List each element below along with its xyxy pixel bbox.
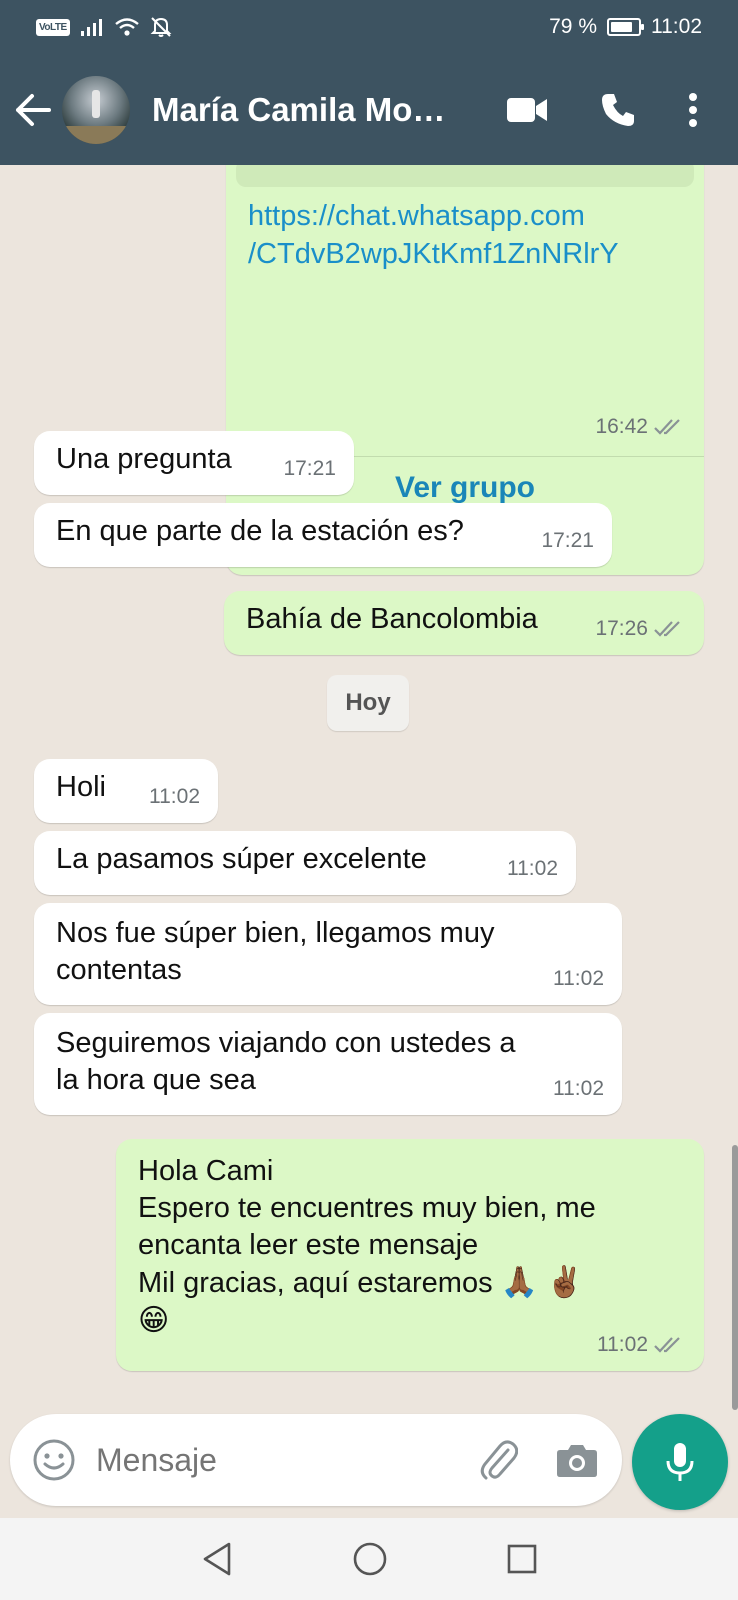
outgoing-message[interactable]: Hola Cami Espero te encuentres muy bien,… [116,1139,704,1371]
message-input[interactable] [96,1441,436,1479]
victory-hand-emoji: ✌🏾 [546,1265,584,1300]
message-line: Mil gracias, aquí estaremos 🙏🏾 ✌🏾 [138,1264,682,1302]
video-call-icon[interactable] [506,96,548,124]
message-time: 17:21 [283,457,336,480]
double-check-icon [654,419,680,435]
invite-link-line[interactable]: /CTdvB2wpJKtKmf1ZnNRlrY [248,235,688,273]
message-time: 17:21 [541,529,594,552]
message-text: Nos fue súper bien, llegamos muy content… [56,903,600,989]
message-meta: 17:21 [283,450,336,487]
message-line: la hora que sea [56,1064,256,1096]
message-time: 11:02 [507,857,558,880]
mic-button[interactable] [632,1414,728,1510]
more-options-icon[interactable] [688,92,698,128]
outgoing-message[interactable]: Bahía de Bancolombia 17:26 [224,591,704,655]
message-line: Espero te encuentres muy bien, me [138,1192,596,1224]
battery-percent: 79 % [549,15,597,38]
message-meta: 17:26 [595,610,686,647]
message-text: Seguiremos viajando con ustedes a la hor… [56,1013,600,1099]
message-text: En que parte de la estación es? [56,515,464,547]
system-nav-bar [0,1518,738,1600]
message-line: Nos fue súper bien, llegamos muy [56,917,495,949]
invite-link[interactable]: https://chat.whatsapp.com /CTdvB2wpJKtKm… [248,197,688,273]
signal-icon [80,19,102,36]
scrollbar[interactable] [732,1145,738,1410]
message-time: 11:02 [597,1333,648,1356]
nav-back-icon[interactable] [200,1541,234,1577]
message-meta: 11:02 [553,960,604,997]
message-meta: 11:02 [553,1070,604,1107]
chat-header: María Camila Mo… [0,54,738,165]
incoming-message[interactable]: En que parte de la estación es? 17:21 [34,503,612,567]
praying-hands-emoji: 🙏🏾 [500,1265,539,1300]
incoming-message[interactable]: Nos fue súper bien, llegamos muy content… [34,903,622,1005]
avatar[interactable] [62,75,130,144]
message-line: Hola Cami [138,1155,274,1187]
message-meta: 11:02 [507,850,558,887]
message-time: 17:26 [595,617,648,640]
message-text: Hola Cami Espero te encuentres muy bien,… [138,1139,682,1339]
phone-icon[interactable] [600,92,636,128]
nav-home-icon[interactable] [352,1541,388,1577]
camera-icon[interactable] [556,1442,598,1478]
message-meta: 16:42 [595,415,686,439]
emoji-icon[interactable] [32,1438,76,1482]
chat-area[interactable]: https://chat.whatsapp.com /CTdvB2wpJKtKm… [0,165,738,1410]
contact-name[interactable]: María Camila Mo… [152,91,452,129]
message-line: contentas [56,954,182,986]
message-time: 11:02 [553,1077,604,1100]
wifi-icon [114,18,139,36]
double-check-icon [654,620,680,637]
back-arrow-icon [16,93,51,126]
back-button[interactable] [14,85,56,135]
message-time: 11:02 [553,967,604,990]
invite-link-line[interactable]: https://chat.whatsapp.com [248,197,688,235]
message-meta: 17:21 [541,522,594,559]
message-line: encanta leer este mensaje [138,1229,479,1261]
incoming-message[interactable]: Seguiremos viajando con ustedes a la hor… [34,1013,622,1115]
message-composer [10,1414,622,1506]
message-line: Seguiremos viajando con ustedes a [56,1027,516,1059]
battery-icon [607,18,644,36]
incoming-message[interactable]: La pasamos súper excelente 11:02 [34,831,576,895]
incoming-message[interactable]: Holi 11:02 [34,759,218,823]
message-text: La pasamos súper excelente [56,843,427,875]
incoming-message[interactable]: Una pregunta 17:21 [34,431,354,495]
battery-fill [611,22,632,32]
attach-icon[interactable] [478,1438,518,1482]
double-check-icon [654,1336,680,1353]
nav-recents-icon[interactable] [506,1543,538,1575]
message-meta: 11:02 [149,778,200,815]
message-time: 16:42 [595,415,648,438]
mic-icon [666,1443,694,1481]
message-meta: 11:02 [597,1326,686,1363]
status-bar: VoLTE 79 % 11:02 [0,0,738,54]
link-preview[interactable] [236,165,694,187]
volte-indicator: VoLTE [36,18,70,36]
message-line-text: Mil gracias, aquí estaremos [138,1267,493,1299]
date-separator: Hoy [327,675,409,731]
mute-bell-icon [150,17,172,37]
message-time: 11:02 [149,785,200,808]
clock: 11:02 [651,15,702,38]
